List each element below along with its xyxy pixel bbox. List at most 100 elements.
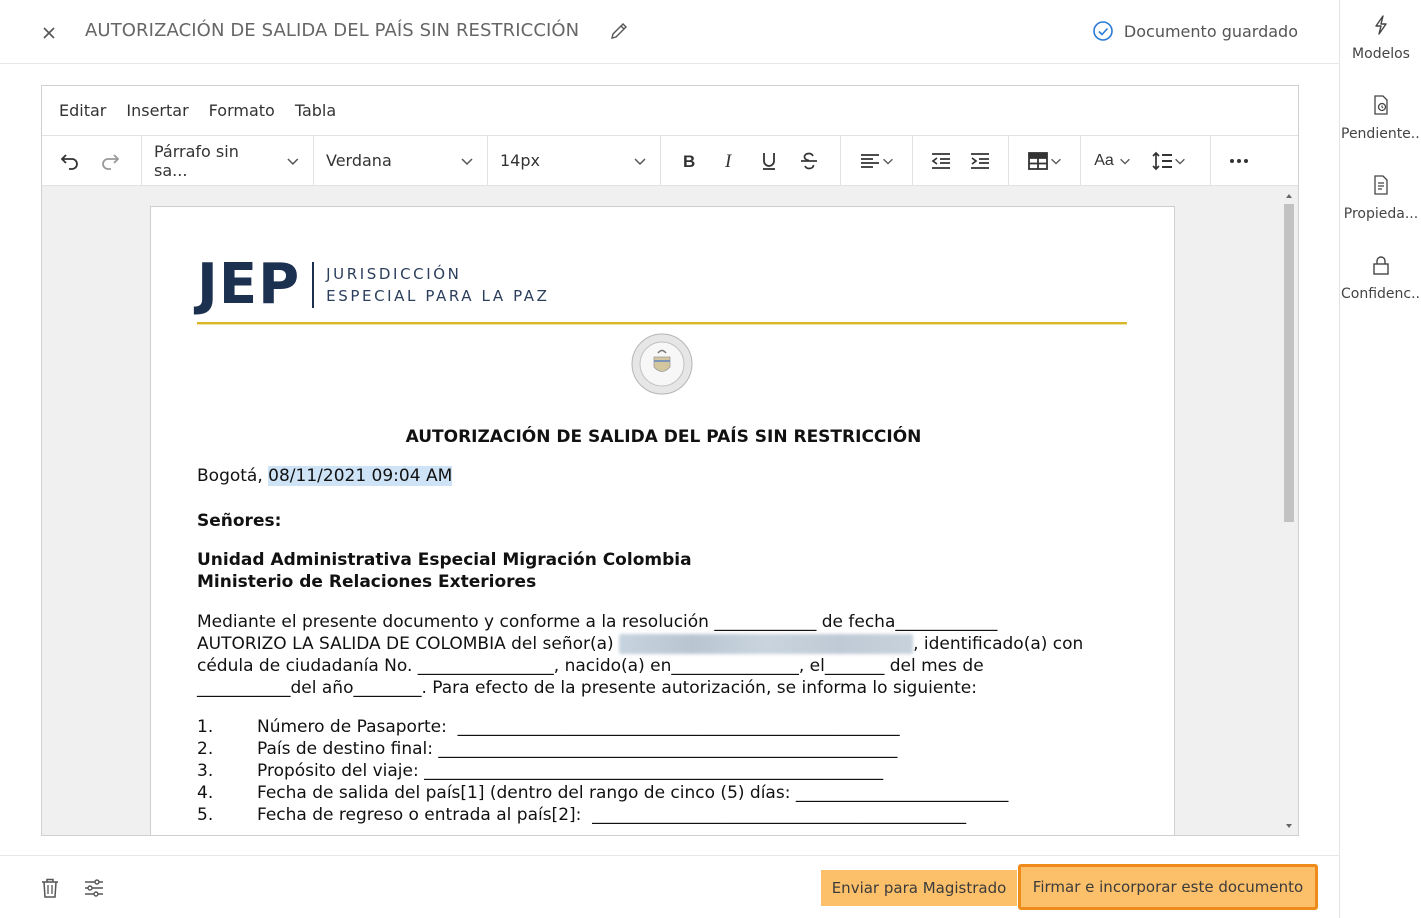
- document-heading: AUTORIZACIÓN DE SALIDA DEL PAÍS SIN REST…: [405, 427, 922, 447]
- block-format-select[interactable]: Párrafo sin sa...: [142, 136, 313, 185]
- scroll-up-icon[interactable]: [1284, 191, 1294, 201]
- city-prefix: Bogotá,: [197, 466, 269, 486]
- undo-icon[interactable]: [50, 143, 90, 179]
- save-status-label: Documento guardado: [1123, 21, 1298, 41]
- right-rail: Modelos Pendiente... Propieda... Confide…: [1341, 0, 1421, 918]
- list-item: Fecha de salida del país[1] (dentro del …: [257, 783, 1009, 803]
- header-rule: [197, 322, 1127, 325]
- bold-button[interactable]: B: [669, 143, 709, 179]
- list-item-number: 3.: [197, 761, 214, 781]
- logo-line-2: ESPECIAL PARA LA PAZ: [326, 287, 550, 305]
- editor-toolbar: Párrafo sin sa... Verdana 14px B I Aa: [42, 136, 1298, 186]
- check-circle-icon: [1093, 21, 1113, 41]
- rich-text-editor: Editar Insertar Formato Tabla Párrafo si…: [41, 85, 1299, 836]
- document-list-icon: [1374, 175, 1388, 195]
- editor-menubar: Editar Insertar Formato Tabla: [42, 86, 1298, 136]
- font-family-select[interactable]: Verdana: [314, 136, 487, 185]
- logo-line-1: JURISDICCIÓN: [326, 265, 462, 283]
- jep-logo: JEP JURISDICCIÓN ESPECIAL PARA LA PAZ: [197, 257, 550, 313]
- sign-and-incorporate-button[interactable]: Firmar e incorporar este documento: [1018, 864, 1318, 910]
- header: AUTORIZACIÓN DE SALIDA DEL PAÍS SIN REST…: [0, 0, 1340, 64]
- paragraph-line-3: cédula de ciudadanía No. _______________…: [197, 656, 984, 676]
- case-dropdown[interactable]: Aa: [1087, 143, 1139, 179]
- paragraph-line-2: AUTORIZO LA SALIDA DE COLOMBIA del señor…: [197, 634, 1083, 654]
- date-line: Bogotá, 08/11/2021 09:04 AM: [197, 466, 453, 486]
- save-status: Documento guardado: [1092, 20, 1298, 42]
- table-dropdown[interactable]: [1015, 143, 1074, 179]
- menu-formato[interactable]: Formato: [209, 101, 275, 120]
- menu-tabla[interactable]: Tabla: [295, 101, 336, 120]
- paragraph-line-1: Mediante el presente documento y conform…: [197, 612, 998, 632]
- edit-title-icon[interactable]: [608, 20, 630, 42]
- date-field[interactable]: 08/11/2021 09:04 AM: [268, 466, 453, 486]
- rail-item-pending[interactable]: Pendiente...: [1341, 94, 1421, 143]
- align-left-icon: [860, 153, 879, 168]
- rail-item-label: Modelos: [1352, 46, 1410, 62]
- chevron-down-icon: [287, 158, 299, 165]
- document-page[interactable]: JEP JURISDICCIÓN ESPECIAL PARA LA PAZ AU…: [150, 206, 1175, 835]
- indent-icon[interactable]: [961, 143, 1001, 179]
- font-size-select[interactable]: 14px: [488, 136, 660, 185]
- italic-button[interactable]: I: [709, 143, 749, 179]
- paragraph-line-4: ___________del año________. Para efecto …: [197, 678, 977, 698]
- list-item-number: 2.: [197, 739, 214, 759]
- recipient-1: Unidad Administrativa Especial Migración…: [197, 550, 692, 570]
- strikethrough-button[interactable]: [789, 143, 829, 179]
- case-label: Aa: [1094, 151, 1114, 169]
- lock-icon: [1373, 256, 1389, 275]
- document-clock-icon: [1374, 95, 1388, 115]
- list-item: Fecha de regreso o entrada al país[2]: _…: [257, 805, 967, 825]
- rail-item-confidential[interactable]: Confidenc...: [1341, 254, 1421, 303]
- block-format-value: Párrafo sin sa...: [154, 141, 239, 180]
- chevron-down-icon: [461, 157, 473, 165]
- list-item: Propósito del viaje: ___________________…: [257, 761, 884, 781]
- menu-editar[interactable]: Editar: [59, 101, 106, 120]
- font-size-value: 14px: [500, 151, 540, 170]
- document-title: AUTORIZACIÓN DE SALIDA DEL PAÍS SIN REST…: [85, 20, 580, 41]
- rail-item-label: Pendiente...: [1341, 126, 1421, 142]
- editor-panel: AUTORIZACIÓN DE SALIDA DEL PAÍS SIN REST…: [0, 0, 1340, 918]
- line-height-icon: [1152, 151, 1172, 170]
- outdent-icon[interactable]: [921, 143, 961, 179]
- paragraph-line-2-a: AUTORIZO LA SALIDA DE COLOMBIA del señor…: [197, 634, 620, 654]
- redacted-name: [619, 634, 914, 654]
- rail-item-properties[interactable]: Propieda...: [1341, 174, 1421, 223]
- list-item: Número de Pasaporte: ___________________…: [257, 717, 900, 737]
- list-item-number: 1.: [197, 717, 214, 737]
- scroll-down-icon[interactable]: [1284, 821, 1294, 831]
- chevron-down-icon: [1050, 158, 1061, 165]
- svg-text:I: I: [724, 151, 733, 172]
- lightning-icon: [1375, 15, 1387, 35]
- trash-icon[interactable]: [38, 876, 62, 900]
- svg-text:B: B: [683, 152, 695, 171]
- scroll-thumb[interactable]: [1284, 204, 1294, 522]
- paragraph-line-2-b: , identificado(a) con: [913, 634, 1084, 654]
- chevron-down-icon: [1119, 158, 1130, 165]
- redo-icon[interactable]: [90, 143, 130, 179]
- rail-item-label: Propieda...: [1343, 206, 1419, 222]
- rail-item-label: Confidenc...: [1341, 286, 1421, 302]
- font-family-value: Verdana: [326, 151, 392, 170]
- chevron-down-icon: [634, 157, 646, 165]
- underline-button[interactable]: [749, 143, 789, 179]
- table-icon: [1027, 151, 1048, 170]
- line-height-dropdown[interactable]: [1139, 143, 1199, 179]
- jep-logo-mark: JEP: [197, 252, 301, 317]
- salutation: Señores:: [197, 511, 282, 531]
- document-scroll-area[interactable]: JEP JURISDICCIÓN ESPECIAL PARA LA PAZ AU…: [42, 187, 1298, 835]
- footer: Enviar para Magistrado Firmar e incorpor…: [0, 855, 1340, 918]
- rail-item-models[interactable]: Modelos: [1341, 14, 1421, 63]
- close-icon[interactable]: [36, 20, 62, 46]
- list-item: País de destino final: _________________…: [257, 739, 898, 759]
- vertical-scrollbar[interactable]: [1280, 187, 1298, 835]
- settings-sliders-icon[interactable]: [82, 876, 106, 900]
- menu-insertar[interactable]: Insertar: [126, 101, 188, 120]
- send-to-magistrate-button[interactable]: Enviar para Magistrado: [821, 870, 1017, 906]
- chevron-down-icon: [882, 158, 893, 165]
- more-options-icon[interactable]: [1219, 143, 1259, 179]
- recipient-2: Ministerio de Relaciones Exteriores: [197, 572, 537, 592]
- chevron-down-icon: [1175, 158, 1185, 165]
- list-item-number: 4.: [197, 783, 214, 803]
- align-dropdown[interactable]: [847, 143, 906, 179]
- colombia-seal-icon: [631, 333, 693, 395]
